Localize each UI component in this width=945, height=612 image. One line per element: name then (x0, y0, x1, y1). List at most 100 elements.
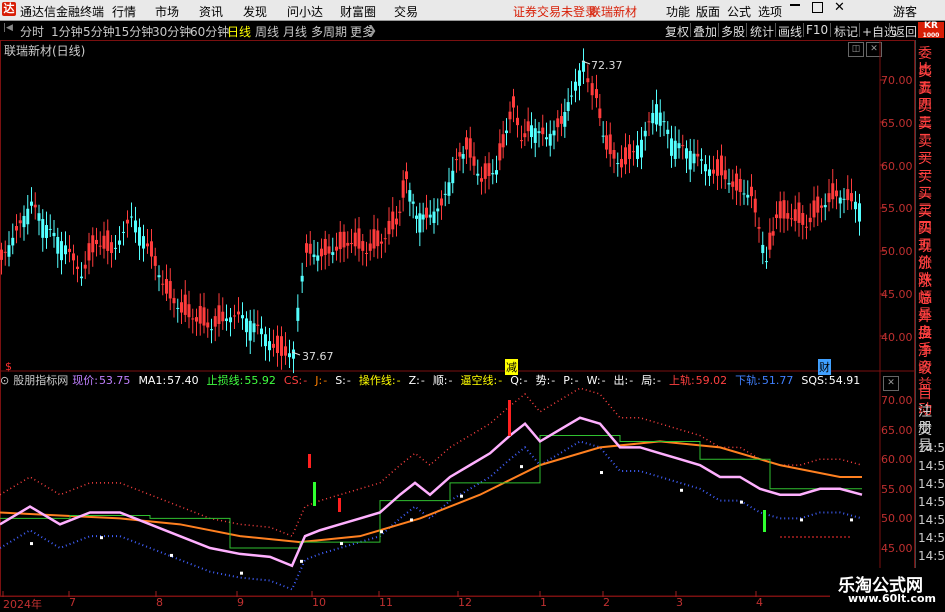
candle-body (122, 231, 125, 233)
app-title: 通达信金融终端 (20, 5, 105, 19)
period-daily[interactable]: 日线 (227, 23, 251, 40)
indicator-name[interactable]: 股朋指标网 (13, 374, 68, 387)
menu-item-ask[interactable]: 问小达 (287, 3, 323, 20)
candle-body (316, 255, 320, 261)
indicator-field-value: - (656, 374, 661, 387)
candle-body (248, 320, 252, 341)
candle-body (118, 240, 121, 245)
period-monthly[interactable]: 月线 (283, 23, 307, 40)
indicator-field-label: 局: (641, 374, 656, 387)
candle-body (624, 147, 627, 165)
candle-body (498, 143, 502, 161)
candle-body (37, 213, 41, 221)
candle-body (327, 246, 331, 254)
menu-item-markets[interactable]: 市场 (155, 3, 179, 20)
period-5min[interactable]: 5分钟 (83, 23, 115, 40)
menu-item-market[interactable]: 行情 (112, 3, 136, 20)
buy-signal-bar (308, 454, 311, 468)
indicator-field: 上轨:59.02 (669, 374, 731, 387)
candle-body (647, 121, 651, 123)
close-icon[interactable]: ✕ (834, 0, 845, 15)
candle-body (134, 220, 137, 233)
indicator-field: Z:- (409, 374, 429, 387)
period-weekly[interactable]: 周线 (255, 23, 279, 40)
toolbar-arrow-icon[interactable]: |◀ (3, 23, 13, 35)
indicator-field-label: MA1: (138, 374, 167, 387)
signal-bar (508, 400, 511, 436)
multi-stock-button[interactable]: 多股 (721, 23, 745, 40)
period-60min[interactable]: 60分钟 (190, 23, 229, 40)
candle-body (827, 193, 831, 203)
candle-body (854, 201, 857, 210)
menu-item-options[interactable]: 选项 (758, 3, 782, 20)
candle-body (252, 323, 256, 333)
candle-body (632, 151, 635, 153)
restore-rights-button[interactable]: 复权 (665, 23, 689, 40)
candle-body (72, 253, 75, 261)
candle-body (52, 232, 56, 237)
candle-body (415, 215, 418, 219)
candle-body (612, 150, 616, 159)
period-multi[interactable]: 多周期 (311, 23, 347, 40)
signal-bar (338, 498, 341, 512)
indicator-field-value: - (396, 374, 401, 387)
menu-item-wealth[interactable]: 财富圈 (340, 3, 376, 20)
candle-body (76, 266, 79, 269)
date-label: 9 (237, 596, 244, 609)
overlay-button[interactable]: 叠加 (693, 23, 717, 40)
candle-body (746, 194, 750, 198)
date-label: 2024年 (3, 598, 42, 611)
statistics-button[interactable]: 统计 (750, 23, 774, 40)
indicator-field-label: J: (315, 374, 323, 387)
trade-login-notice[interactable]: 证券交易未登录 (513, 3, 597, 20)
candle-body (495, 170, 498, 175)
indicator-field-value: 59.02 (695, 374, 728, 387)
back-button[interactable]: 返回 (893, 23, 917, 40)
menu-item-trade[interactable]: 交易 (394, 3, 418, 20)
indicator-field-value: - (498, 374, 503, 387)
more-chevron-icon[interactable]: ❯ (367, 23, 377, 37)
menu-bar: 达 通达信金融终端 行情 市场 资讯 发现 问小达 财富圈 交易 证券交易未登录… (0, 0, 945, 21)
indicator-field-label: 顺: (432, 374, 448, 387)
draw-line-button[interactable]: 画线 (778, 23, 802, 40)
candle-body (176, 307, 180, 309)
mark-button[interactable]: 标记 (834, 23, 858, 40)
menu-item-function[interactable]: 功能 (666, 3, 690, 20)
candle-body (523, 133, 527, 138)
indicator-field-label: 出: (613, 374, 629, 387)
maximize-icon[interactable] (812, 2, 823, 13)
indicator-field-value: - (323, 374, 328, 387)
candle-body (408, 190, 412, 202)
f10-button[interactable]: F10 (806, 23, 828, 37)
candle-body (775, 214, 778, 218)
stock-title: 联瑞新材 (589, 5, 638, 19)
candle-body (323, 238, 327, 255)
toolbar-divider (889, 23, 890, 37)
tick-time: 14:56 (918, 549, 945, 563)
candle-body (376, 230, 380, 247)
indicator-field-value: - (551, 374, 556, 387)
price-axis-label: 50.00 (881, 245, 913, 258)
candle-body (436, 208, 440, 212)
kr-badge[interactable]: KR 1000 (918, 22, 944, 39)
add-watchlist-button[interactable]: +自选 (862, 23, 896, 40)
menu-item-layout[interactable]: 版面 (696, 3, 720, 20)
candle-body (372, 229, 376, 249)
candle-body (237, 311, 240, 315)
candle-body (401, 180, 405, 198)
menu-item-discover[interactable]: 发现 (243, 3, 267, 20)
menu-item-news[interactable]: 资讯 (199, 3, 223, 20)
guest-user[interactable]: 游客 (893, 3, 917, 20)
date-label: 11 (379, 596, 393, 609)
menu-item-formula[interactable]: 公式 (727, 3, 751, 20)
minimize-icon[interactable] (790, 4, 800, 6)
period-15min[interactable]: 15分钟 (114, 23, 153, 40)
kline-chart[interactable] (0, 40, 915, 597)
indicator-expand-icon[interactable]: ⊙ (0, 374, 9, 387)
period-30min[interactable]: 30分钟 (152, 23, 191, 40)
candle-body (245, 318, 248, 333)
tick-time: 14:56 (918, 441, 945, 455)
period-1min[interactable]: 1分钟 (51, 23, 83, 40)
candle-body (563, 112, 567, 127)
period-intraday[interactable]: 分时 (20, 23, 44, 40)
